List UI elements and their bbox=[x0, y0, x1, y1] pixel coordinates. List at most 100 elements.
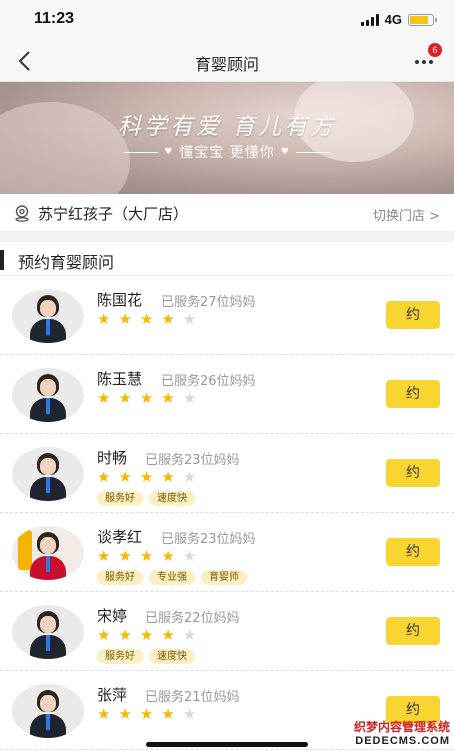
banner-headline: 科学有爱 育儿有方 bbox=[117, 114, 337, 140]
tag-badge: 速度快 bbox=[149, 491, 195, 506]
advisor-name: 陈玉慧 bbox=[97, 370, 143, 388]
tag-badge: 速度快 bbox=[149, 649, 195, 664]
star-icon: ★ bbox=[161, 547, 175, 565]
rating-stars: ★ ★ ★ ★ ★ bbox=[97, 311, 196, 327]
advisor-name: 陈国花 bbox=[97, 291, 143, 309]
signal-icon bbox=[360, 13, 379, 26]
star-icon: ★ bbox=[139, 547, 154, 565]
navigation-bar: 育婴顾问 6 bbox=[0, 40, 454, 82]
rating-stars: ★ ★ ★ ★ ★ bbox=[97, 390, 196, 406]
tag-badge: 育婴师 bbox=[201, 570, 247, 585]
status-time: 11:23 bbox=[34, 10, 75, 27]
star-icon: ★ bbox=[97, 310, 111, 328]
star-icon: ★ bbox=[139, 468, 154, 486]
tag-badge: 服务好 bbox=[97, 491, 143, 506]
advisor-name: 张萍 bbox=[97, 686, 128, 704]
status-indicators: 4G bbox=[360, 12, 437, 27]
avatar bbox=[12, 368, 84, 422]
served-count: 已服务27位妈妈 bbox=[161, 295, 256, 310]
served-count: 已服务23位妈妈 bbox=[145, 453, 240, 468]
star-icon: ★ bbox=[97, 626, 111, 644]
tag-list: 服务好 速度快 bbox=[97, 491, 195, 506]
star-icon: ★ bbox=[118, 547, 132, 565]
star-icon: ★ bbox=[118, 310, 132, 328]
book-button[interactable]: 约 bbox=[386, 380, 440, 408]
battery-level bbox=[410, 15, 428, 24]
avatar bbox=[12, 289, 84, 343]
advisor-name: 宋婷 bbox=[97, 607, 128, 625]
star-icon: ★ bbox=[118, 626, 132, 644]
list-item[interactable]: 陈玉慧 已服务26位妈妈 ★ ★ ★ ★ ★ 约 bbox=[0, 355, 454, 434]
star-icon: ★ bbox=[161, 389, 175, 407]
page-title: 育婴顾问 bbox=[194, 55, 259, 74]
network-type: 4G bbox=[384, 12, 402, 27]
location-pin-icon bbox=[13, 204, 31, 222]
watermark-en: DEDECMS.COM bbox=[355, 735, 450, 747]
served-count: 已服务23位妈妈 bbox=[161, 532, 256, 547]
star-icon: ★ bbox=[118, 389, 132, 407]
star-icon: ★ bbox=[139, 389, 154, 407]
star-icon: ★ bbox=[139, 310, 154, 328]
star-icon: ★ bbox=[97, 468, 111, 486]
star-icon: ★ bbox=[161, 626, 175, 644]
banner-subline-text: 懂宝宝 更懂你 bbox=[179, 145, 275, 161]
section-header: 预约育婴顾问 bbox=[0, 242, 454, 276]
star-icon: ★ bbox=[182, 626, 197, 644]
status-bar: 11:23 4G bbox=[0, 0, 454, 40]
star-icon: ★ bbox=[182, 468, 197, 486]
avatar bbox=[12, 447, 84, 501]
tag-list: 服务好 速度快 bbox=[97, 649, 195, 664]
banner-subline: ♥ 懂宝宝 更懂你 ♥ bbox=[0, 142, 454, 162]
notification-badge: 6 bbox=[428, 43, 442, 57]
avatar bbox=[12, 684, 84, 738]
served-count: 已服务21位妈妈 bbox=[145, 690, 240, 705]
book-button[interactable]: 约 bbox=[386, 617, 440, 645]
home-indicator[interactable] bbox=[146, 742, 308, 747]
avatar bbox=[12, 605, 84, 659]
store-name: 苏宁红孩子（大厂店） bbox=[38, 205, 189, 223]
star-icon: ★ bbox=[118, 468, 132, 486]
tag-badge: 服务好 bbox=[97, 649, 143, 664]
heart-icon: ♥ bbox=[164, 147, 174, 157]
store-selector[interactable]: 苏宁红孩子（大厂店） 切换门店 > bbox=[0, 194, 454, 232]
list-item[interactable]: 宋婷 已服务22位妈妈 ★ ★ ★ ★ ★ 服务好 速度快约 bbox=[0, 592, 454, 671]
section-divider bbox=[0, 232, 454, 242]
heart-icon: ♥ bbox=[280, 147, 290, 157]
star-icon: ★ bbox=[97, 547, 111, 565]
star-icon: ★ bbox=[139, 705, 154, 723]
star-icon: ★ bbox=[161, 468, 175, 486]
star-icon: ★ bbox=[182, 389, 197, 407]
promo-banner[interactable]: 科学有爱 育儿有方 ♥ 懂宝宝 更懂你 ♥ bbox=[0, 82, 454, 194]
avatar bbox=[12, 526, 84, 580]
advisor-name: 谈孝红 bbox=[97, 528, 143, 546]
served-count: 已服务26位妈妈 bbox=[161, 374, 256, 389]
book-button[interactable]: 约 bbox=[386, 301, 440, 329]
advisor-list: 陈国花 已服务27位妈妈 ★ ★ ★ ★ ★ 约陈玉慧 已服务26位妈妈 ★ ★ ★ ★ ★ 约时畅 已服务2… bbox=[0, 276, 454, 750]
served-count: 已服务22位妈妈 bbox=[145, 611, 240, 626]
tag-list: 服务好 专业强 育婴师 bbox=[97, 570, 247, 585]
section-accent-bar bbox=[0, 250, 4, 270]
rating-stars: ★ ★ ★ ★ ★ bbox=[97, 706, 196, 722]
tag-badge: 专业强 bbox=[149, 570, 195, 585]
book-button[interactable]: 约 bbox=[386, 538, 440, 566]
switch-store-link[interactable]: 切换门店 > bbox=[373, 205, 440, 224]
watermark: 织梦内容管理系统 DEDECMS.COM bbox=[354, 718, 450, 747]
star-icon: ★ bbox=[97, 705, 111, 723]
section-title: 预约育婴顾问 bbox=[18, 253, 115, 272]
tag-badge: 服务好 bbox=[97, 570, 143, 585]
list-item[interactable]: 谈孝红 已服务23位妈妈 ★ ★ ★ ★ ★ 服务好 专业强 育婴师约 bbox=[0, 513, 454, 592]
star-icon: ★ bbox=[182, 547, 197, 565]
star-icon: ★ bbox=[182, 705, 197, 723]
star-icon: ★ bbox=[161, 705, 175, 723]
advisor-name: 时畅 bbox=[97, 449, 128, 467]
watermark-cn: 织梦内容管理系统 bbox=[353, 720, 450, 734]
battery-icon bbox=[408, 13, 437, 26]
book-button[interactable]: 约 bbox=[386, 459, 440, 487]
rating-stars: ★ ★ ★ ★ ★ bbox=[97, 548, 196, 564]
star-icon: ★ bbox=[118, 705, 132, 723]
star-icon: ★ bbox=[161, 310, 175, 328]
list-item[interactable]: 时畅 已服务23位妈妈 ★ ★ ★ ★ ★ 服务好 速度快约 bbox=[0, 434, 454, 513]
list-item[interactable]: 陈国花 已服务27位妈妈 ★ ★ ★ ★ ★ 约 bbox=[0, 276, 454, 355]
rating-stars: ★ ★ ★ ★ ★ bbox=[97, 469, 196, 485]
star-icon: ★ bbox=[139, 626, 154, 644]
